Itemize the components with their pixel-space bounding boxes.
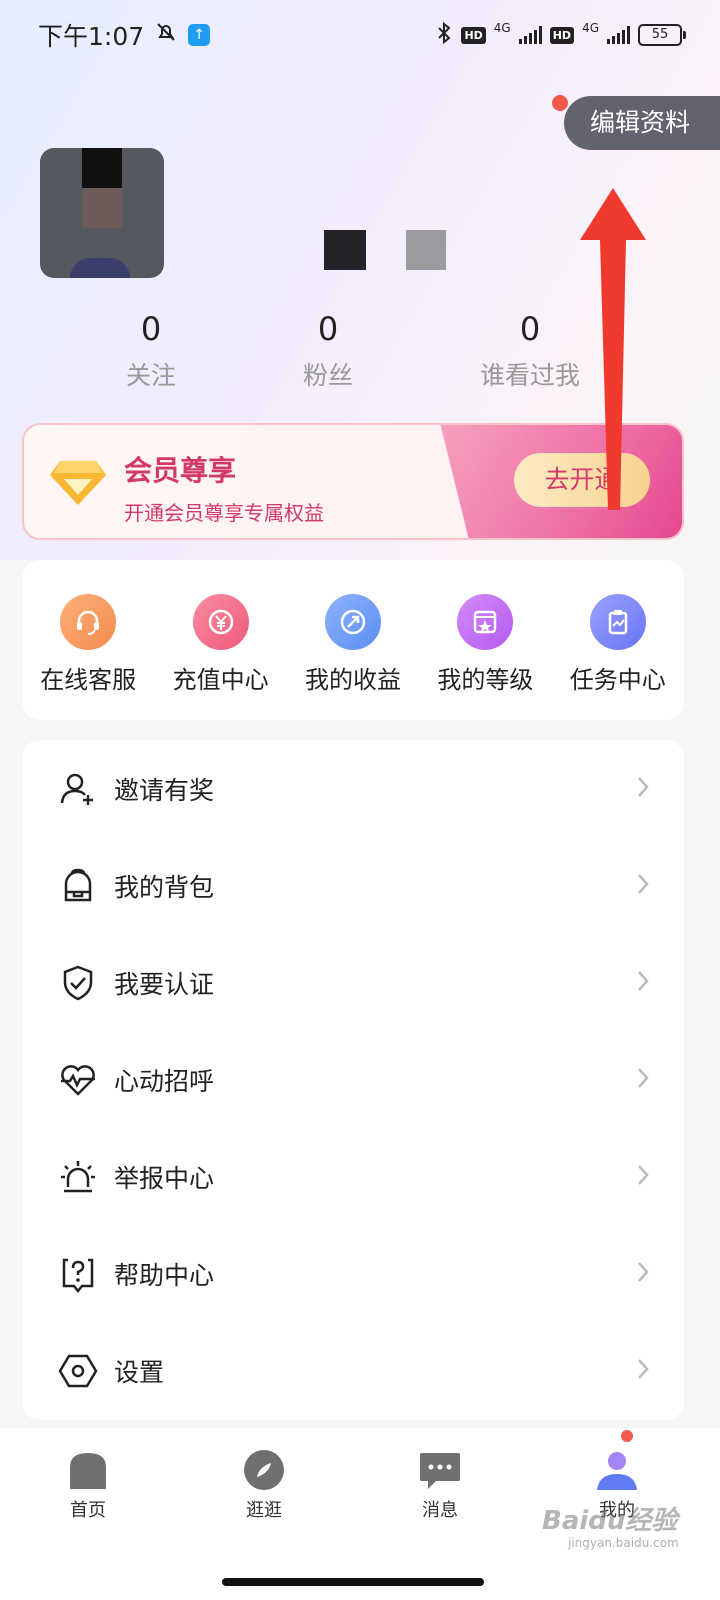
shield-check-icon (56, 961, 100, 1005)
status-time: 下午1:07 (38, 22, 145, 51)
watermark-text: Baidu经验 (542, 1506, 678, 1536)
home-icon (66, 1448, 110, 1492)
diamond-icon (50, 461, 106, 505)
income-icon (324, 594, 381, 650)
menu-item-verify[interactable]: 我要认证 (22, 934, 684, 1032)
upload-app-icon: ↑ (188, 24, 211, 46)
tab-label: 逛逛 (246, 1500, 282, 1521)
alarm-icon (56, 1155, 100, 1199)
stat-fans[interactable]: 0 粉丝 (248, 310, 408, 392)
menu-item-label: 我要认证 (114, 970, 215, 999)
shortcut-label: 我的收益 (304, 666, 401, 694)
menu-item-report[interactable]: 举报中心 (22, 1128, 684, 1226)
hd-badge-2: HD (549, 26, 575, 44)
profile-icon (595, 1448, 639, 1492)
stat-following-value: 0 (140, 310, 162, 348)
shortcut-tasks[interactable]: 任务中心 (552, 594, 684, 720)
signal-icon (518, 26, 542, 44)
headset-icon (60, 594, 117, 650)
battery-indicator: 55 (638, 24, 686, 46)
hd-badge: HD (461, 26, 486, 44)
tab-home[interactable]: 首页 (28, 1448, 148, 1522)
shortcut-label: 在线客服 (40, 666, 137, 694)
tab-explore[interactable]: 逛逛 (204, 1448, 324, 1522)
stat-following-label: 关注 (125, 361, 176, 390)
menu-item-label: 帮助中心 (114, 1261, 215, 1290)
mute-bell-icon (154, 20, 178, 50)
tab-messages[interactable]: 消息 (380, 1448, 500, 1522)
status-bar: 下午1:07 ↑ HD 4G HD 4G 55 (0, 0, 720, 70)
task-icon (589, 594, 646, 650)
shortcut-income[interactable]: 我的收益 (287, 594, 419, 720)
shortcut-label: 我的等级 (437, 666, 534, 694)
chevron-right-icon (636, 872, 650, 900)
notification-dot (552, 95, 568, 111)
heartbeat-icon (56, 1058, 100, 1102)
shortcut-level[interactable]: 我的等级 (419, 594, 551, 720)
signal-icon-2 (607, 26, 630, 44)
chevron-right-icon (636, 1260, 650, 1288)
edit-profile-button[interactable]: 编辑资料 (564, 96, 720, 150)
network-label: 4G (493, 21, 511, 35)
menu-item-label: 心动招呼 (114, 1067, 215, 1096)
menu-item-label: 我的背包 (114, 873, 215, 902)
watermark-url: jingyan.baidu.com (568, 1536, 679, 1550)
shortcut-recharge[interactable]: 充值中心 (154, 594, 286, 720)
menu-item-backpack[interactable]: 我的背包 (22, 837, 684, 935)
menu-item-heartbeat[interactable]: 心动招呼 (22, 1031, 684, 1129)
menu-item-settings[interactable]: 设置 (22, 1322, 684, 1420)
stat-following[interactable]: 0 关注 (71, 310, 231, 392)
red-arrow-annotation (580, 188, 646, 510)
chevron-right-icon (636, 1357, 650, 1385)
chevron-right-icon (636, 969, 650, 997)
chevron-right-icon (636, 775, 650, 803)
shortcut-customer-service[interactable]: 在线客服 (22, 594, 154, 720)
tab-label: 消息 (422, 1500, 458, 1521)
shortcut-label: 任务中心 (569, 666, 666, 694)
shortcut-grid: 在线客服 充值中心 我的收益 我的等级 任务中心 (22, 560, 684, 720)
menu-item-help[interactable]: 帮助中心 (22, 1225, 684, 1323)
home-indicator[interactable] (222, 1578, 484, 1586)
menu-item-label: 邀请有奖 (114, 776, 215, 805)
settings-hex-icon (56, 1349, 100, 1393)
bluetooth-icon (437, 21, 453, 49)
menu-item-label: 举报中心 (114, 1164, 215, 1193)
yen-icon (192, 594, 249, 650)
chevron-right-icon (636, 1066, 650, 1094)
menu-item-label: 设置 (114, 1358, 165, 1387)
vip-subtitle: 开通会员尊享专属权益 (124, 501, 324, 525)
chat-icon (418, 1448, 462, 1492)
avatar[interactable] (40, 148, 164, 278)
shortcut-label: 充值中心 (172, 666, 269, 694)
invite-user-icon (56, 767, 100, 811)
tab-notification-dot (621, 1430, 633, 1442)
compass-icon (242, 1448, 286, 1492)
level-icon (457, 594, 514, 650)
stat-fans-value: 0 (317, 310, 339, 348)
backpack-icon (56, 864, 100, 908)
username-redacted (324, 230, 366, 270)
network-label-2: 4G (582, 21, 599, 35)
vip-title: 会员尊享 (124, 454, 237, 487)
help-icon (56, 1252, 100, 1296)
username-redacted-2 (406, 230, 446, 270)
chevron-right-icon (636, 1163, 650, 1191)
tab-label: 首页 (70, 1500, 106, 1521)
menu-item-invite[interactable]: 邀请有奖 (22, 740, 684, 838)
menu-list: 邀请有奖 我的背包 我要认证 心动招呼 举报中心 帮助中心 设置 (22, 740, 684, 1420)
stat-fans-label: 粉丝 (302, 361, 353, 390)
